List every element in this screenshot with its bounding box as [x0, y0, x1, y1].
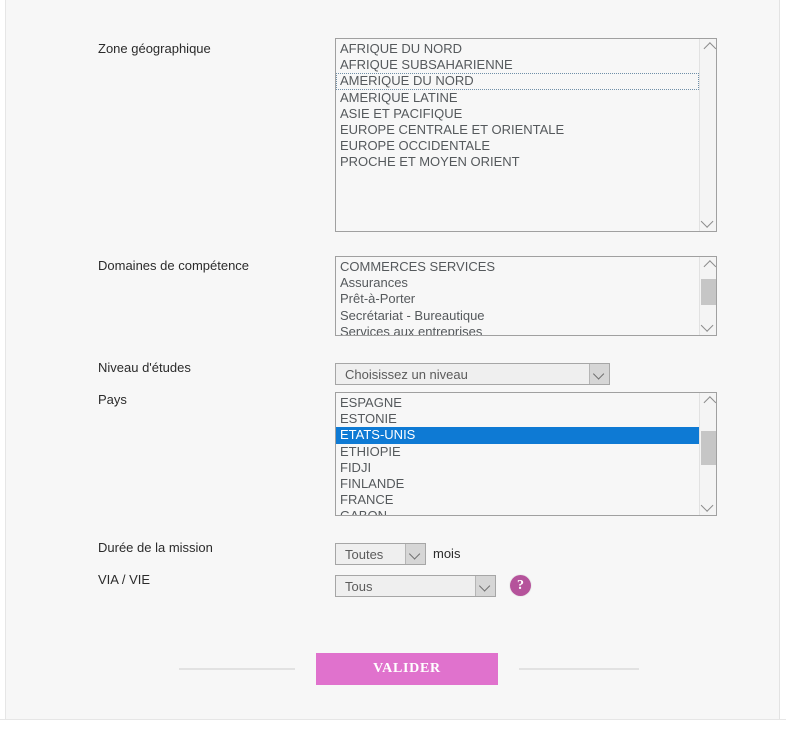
window-left-edge	[0, 0, 6, 735]
list-option[interactable]: FRANCE	[336, 492, 699, 508]
list-option[interactable]: AMERIQUE LATINE	[336, 90, 699, 106]
zone-geographique-label: Zone géographique	[98, 41, 211, 56]
list-option[interactable]: COMMERCES SERVICES	[336, 259, 699, 275]
chevron-down-icon[interactable]	[405, 544, 425, 564]
list-option[interactable]: Services aux entreprises	[336, 324, 699, 335]
list-option[interactable]: ESPAGNE	[336, 395, 699, 411]
pays-label: Pays	[98, 392, 127, 407]
window-bottom-edge	[0, 719, 786, 735]
list-option[interactable]: ASIE ET PACIFIQUE	[336, 106, 699, 122]
window-right-edge	[779, 0, 786, 735]
chevron-down-icon[interactable]	[589, 364, 609, 384]
list-option[interactable]: Prêt-à-Porter	[336, 291, 699, 307]
divider-right	[519, 668, 639, 670]
list-option[interactable]: FIDJI	[336, 460, 699, 476]
list-option[interactable]: EUROPE CENTRALE ET ORIENTALE	[336, 122, 699, 138]
list-option[interactable]: AMERIQUE DU NORD	[336, 73, 699, 90]
pays-options[interactable]: ESPAGNE ESTONIE ETATS-UNIS ETHIOPIE FIDJI FIN…	[336, 393, 699, 515]
scrollbar-thumb[interactable]	[701, 279, 716, 305]
list-option[interactable]: ESTONIE	[336, 411, 699, 427]
list-option[interactable]: PROCHE ET MOYEN ORIENT	[336, 154, 699, 170]
domaines-competence-listbox[interactable]: COMMERCES SERVICES Assurances Prêt-à-Porte…	[335, 256, 717, 336]
page-root: Zone géographique AFRIQUE DU NORD AFRIQUE…	[0, 0, 786, 735]
duree-mission-label: Durée de la mission	[98, 540, 213, 555]
via-vie-value: Tous	[345, 578, 373, 594]
via-vie-label: VIA / VIE	[98, 572, 151, 587]
zone-geographique-listbox[interactable]: AFRIQUE DU NORD AFRIQUE SUBSAHARIENNE AMER…	[335, 38, 717, 232]
niveau-etudes-label: Niveau d'études	[98, 360, 191, 375]
list-option[interactable]: GABON	[336, 508, 699, 515]
scroll-up-icon[interactable]	[700, 394, 716, 411]
duree-mission-unit: mois	[433, 546, 461, 561]
scrollbar-thumb[interactable]	[701, 431, 716, 465]
list-option[interactable]: Secrétariat - Bureautique	[336, 308, 699, 324]
search-filters-form: Zone géographique AFRIQUE DU NORD AFRIQUE…	[7, 0, 779, 719]
scroll-up-icon[interactable]	[700, 258, 716, 275]
list-option[interactable]: FINLANDE	[336, 476, 699, 492]
scroll-down-icon[interactable]	[700, 213, 716, 230]
valider-button[interactable]: VALIDER	[316, 653, 498, 685]
list-option[interactable]: Assurances	[336, 275, 699, 291]
list-option[interactable]: ETHIOPIE	[336, 444, 699, 460]
domaines-competence-label: Domaines de compétence	[98, 258, 250, 273]
pays-scrollbar[interactable]	[699, 393, 716, 515]
list-option[interactable]: EUROPE OCCIDENTALE	[336, 138, 699, 154]
niveau-etudes-select[interactable]: Choisissez un niveau	[335, 363, 610, 385]
niveau-etudes-value: Choisissez un niveau	[345, 366, 468, 382]
domaines-competence-scrollbar[interactable]	[699, 257, 716, 335]
zone-geographique-options[interactable]: AFRIQUE DU NORD AFRIQUE SUBSAHARIENNE AMER…	[336, 39, 699, 171]
scroll-up-icon[interactable]	[700, 40, 716, 57]
via-vie-select[interactable]: Tous	[335, 575, 496, 597]
scroll-down-icon[interactable]	[700, 317, 716, 334]
duree-mission-value: Toutes	[345, 546, 384, 562]
zone-geographique-scrollbar[interactable]	[699, 39, 716, 231]
list-option[interactable]: AFRIQUE DU NORD	[336, 41, 699, 57]
pays-listbox[interactable]: ESPAGNE ESTONIE ETATS-UNIS ETHIOPIE FIDJI FIN…	[335, 392, 717, 516]
chevron-down-icon[interactable]	[475, 576, 495, 596]
scroll-down-icon[interactable]	[700, 497, 716, 514]
domaines-competence-options[interactable]: COMMERCES SERVICES Assurances Prêt-à-Porte…	[336, 257, 699, 335]
duree-mission-select[interactable]: Toutes	[335, 543, 426, 565]
question-mark-icon[interactable]: ?	[510, 575, 531, 596]
help-glyph: ?	[517, 577, 524, 593]
list-option[interactable]: AFRIQUE SUBSAHARIENNE	[336, 57, 699, 73]
list-option[interactable]: ETATS-UNIS	[336, 427, 699, 444]
divider-left	[179, 668, 295, 670]
